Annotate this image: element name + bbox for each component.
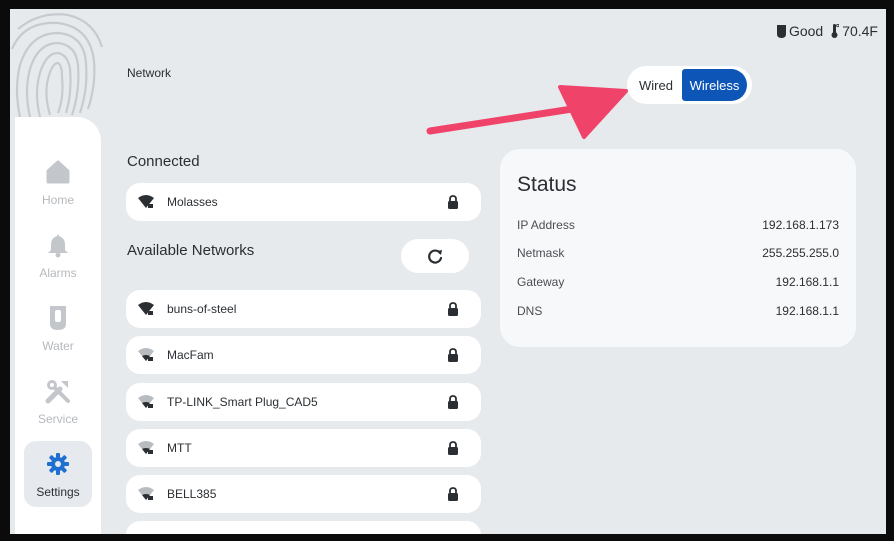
available-networks-heading: Available Networks [127, 242, 255, 259]
nav-item-water[interactable]: Water [24, 295, 92, 361]
fingerprint-logo [10, 13, 104, 118]
nav-label-home: Home [41, 193, 74, 207]
network-row[interactable]: MacFam [126, 336, 481, 374]
status-key: Netmask [517, 246, 565, 260]
wifi-icon [138, 302, 154, 315]
refresh-button[interactable] [401, 239, 469, 273]
lock-icon [448, 302, 458, 316]
temperature-reading: 70.4F [831, 23, 878, 39]
lock-icon [448, 395, 458, 409]
refresh-icon [428, 249, 443, 264]
nav-label-service: Service [37, 412, 78, 426]
status-card: Status IP Address 192.168.1.173 Netmask … [500, 149, 856, 347]
lock-icon [448, 487, 458, 501]
wifi-weak-icon [138, 348, 154, 361]
filter-icon [776, 24, 786, 38]
network-row[interactable]: BELL385 [126, 475, 481, 513]
bell-icon [43, 230, 73, 260]
status-bar: Good 70.4F [776, 23, 878, 39]
connected-network-row[interactable]: Molasses [126, 183, 481, 221]
connected-heading: Connected [127, 153, 200, 170]
nav-label-alarms: Alarms [39, 266, 77, 280]
status-key: Gateway [517, 275, 565, 289]
nav-label-water: Water [42, 339, 74, 353]
thermometer-icon [831, 24, 840, 38]
water-status: Good [776, 23, 824, 39]
lock-icon [448, 195, 458, 209]
status-row-dns: DNS 192.168.1.1 [517, 304, 839, 318]
tools-icon [43, 376, 73, 406]
status-row-ip: IP Address 192.168.1.173 [517, 218, 839, 232]
page-title: Network [127, 66, 172, 80]
wifi-weak-icon [138, 441, 154, 454]
status-value: 192.168.1.173 [762, 218, 839, 232]
status-value: 192.168.1.1 [775, 304, 839, 318]
annotation-arrow [426, 85, 628, 139]
lock-icon [448, 441, 458, 455]
network-row[interactable]: TP-LINK_Smart Plug_CAD5 [126, 383, 481, 421]
nav-item-settings[interactable]: Settings [24, 441, 92, 507]
network-name: MacFam [167, 348, 214, 362]
status-value: 255.255.255.0 [762, 246, 839, 260]
wireless-option[interactable]: Wireless [682, 69, 747, 101]
wifi-weak-icon [138, 395, 154, 408]
network-row[interactable]: MTT [126, 429, 481, 467]
wifi-icon [138, 195, 154, 208]
connection-type-toggle[interactable]: Wired Wireless [627, 66, 752, 104]
wired-option[interactable]: Wired [630, 69, 682, 101]
lock-icon [448, 348, 458, 362]
nav-item-home[interactable]: Home [24, 149, 92, 215]
home-icon [43, 157, 73, 187]
water-tube-icon [43, 303, 73, 333]
wifi-weak-icon [138, 487, 154, 500]
network-name: Molasses [167, 195, 218, 209]
status-value: 192.168.1.1 [775, 275, 839, 289]
network-name: TP-LINK_Smart Plug_CAD5 [167, 395, 318, 409]
screen: Home Alarms Water Service Settings Netwo… [10, 9, 886, 534]
network-name: buns-of-steel [167, 302, 237, 316]
status-row-netmask: Netmask 255.255.255.0 [517, 246, 839, 260]
network-name: BELL385 [167, 487, 217, 501]
nav-item-alarms[interactable]: Alarms [24, 222, 92, 288]
nav-item-service[interactable]: Service [24, 368, 92, 434]
network-row-partial[interactable] [126, 521, 481, 534]
network-row[interactable]: buns-of-steel [126, 290, 481, 328]
status-title: Status [517, 173, 577, 196]
status-row-gateway: Gateway 192.168.1.1 [517, 275, 839, 289]
water-status-text: Good [788, 23, 824, 39]
status-key: IP Address [517, 218, 575, 232]
nav-label-settings: Settings [36, 485, 80, 499]
temperature-text: 70.4F [842, 23, 878, 39]
gear-icon [43, 449, 73, 479]
status-key: DNS [517, 304, 543, 318]
network-name: MTT [167, 441, 192, 455]
